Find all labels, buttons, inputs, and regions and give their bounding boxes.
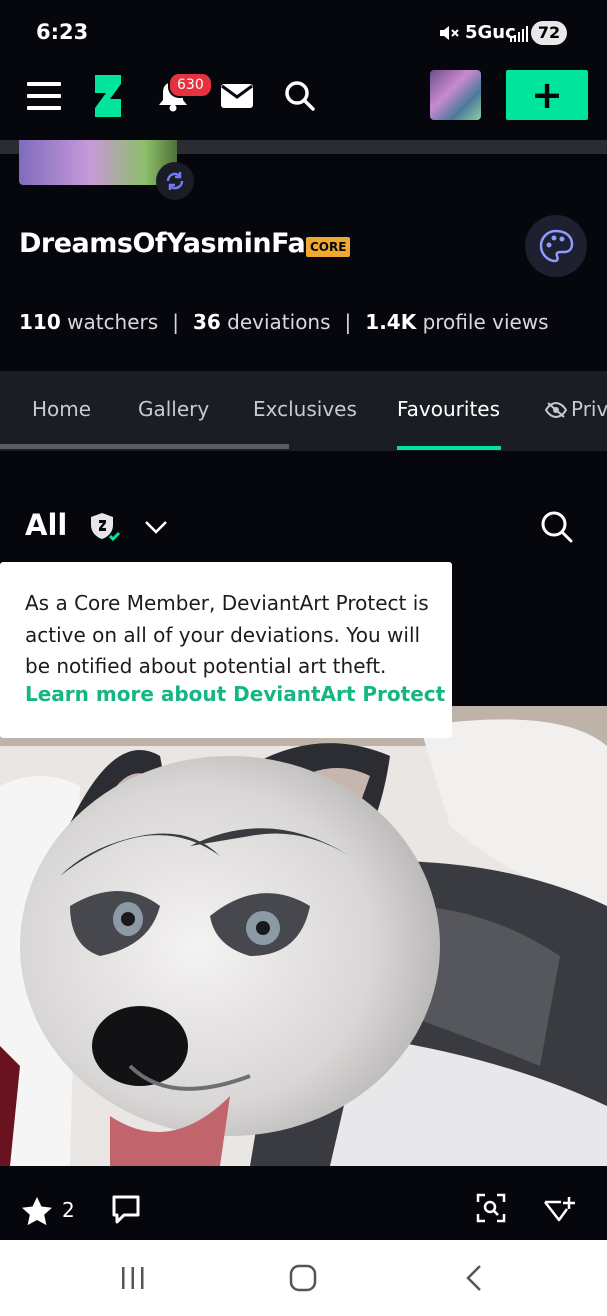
- signal-icon: [510, 26, 528, 42]
- chevron-down-icon[interactable]: [144, 519, 168, 535]
- profile-stats: 110 watchers | 36 deviations | 1.4K profile …: [19, 310, 549, 334]
- mail-icon[interactable]: [221, 84, 253, 108]
- visual-search-icon[interactable]: [476, 1193, 506, 1223]
- status-time: 6:23: [36, 20, 89, 44]
- tab-gallery[interactable]: Gallery: [138, 397, 209, 421]
- battery-indicator: 72: [531, 21, 567, 45]
- learn-more-link[interactable]: Learn more about DeviantArt Protect: [25, 682, 445, 706]
- avatar[interactable]: [430, 70, 481, 120]
- tabs-scroll-indicator: [0, 444, 289, 449]
- watchers-label[interactable]: watchers: [67, 310, 158, 334]
- views-count: 1.4K: [365, 310, 417, 334]
- tab-private[interactable]: Priv: [571, 397, 607, 421]
- tab-home[interactable]: Home: [32, 397, 91, 421]
- mute-icon: [440, 26, 459, 40]
- home-icon[interactable]: [289, 1264, 317, 1292]
- deviations-label: deviations: [227, 310, 331, 334]
- sync-icon[interactable]: [156, 162, 194, 200]
- create-button[interactable]: +: [506, 70, 588, 120]
- active-tab-indicator: [397, 446, 501, 450]
- stats-separator: |: [344, 310, 352, 334]
- plus-icon: +: [531, 73, 563, 117]
- star-icon[interactable]: [21, 1196, 53, 1226]
- core-badge: CORE: [306, 237, 351, 257]
- profile-username: DreamsOfYasminFan: [19, 228, 324, 259]
- back-icon[interactable]: [463, 1264, 485, 1292]
- deviation-action-bar: [0, 1166, 607, 1240]
- profile-avatar[interactable]: [19, 140, 177, 185]
- network-type: 5Guc: [465, 22, 516, 43]
- filter-label[interactable]: All: [25, 508, 67, 542]
- deviations-count: 36: [192, 310, 221, 334]
- tab-exclusives[interactable]: Exclusives: [253, 397, 357, 421]
- deviation-image[interactable]: [0, 706, 607, 1166]
- watchers-count: 110: [19, 310, 61, 334]
- gallery-search-icon[interactable]: [540, 510, 574, 544]
- add-to-collection-icon[interactable]: [543, 1193, 577, 1225]
- views-label: profile views: [422, 310, 549, 334]
- tooltip-text: As a Core Member, DeviantArt Protect is …: [25, 591, 429, 678]
- palette-icon[interactable]: [525, 215, 587, 277]
- notification-badge: 630: [168, 72, 213, 98]
- menu-icon[interactable]: [27, 80, 61, 112]
- eye-off-icon: [545, 402, 567, 418]
- tab-favourites[interactable]: Favourites: [397, 397, 500, 421]
- stats-separator: |: [172, 310, 179, 334]
- deviantart-logo-icon[interactable]: [93, 75, 123, 117]
- search-icon[interactable]: [284, 80, 316, 112]
- favourite-count: 2: [62, 1198, 75, 1222]
- comment-icon[interactable]: [110, 1194, 142, 1226]
- protect-shield-icon[interactable]: [90, 512, 124, 544]
- recent-apps-icon[interactable]: [120, 1265, 146, 1291]
